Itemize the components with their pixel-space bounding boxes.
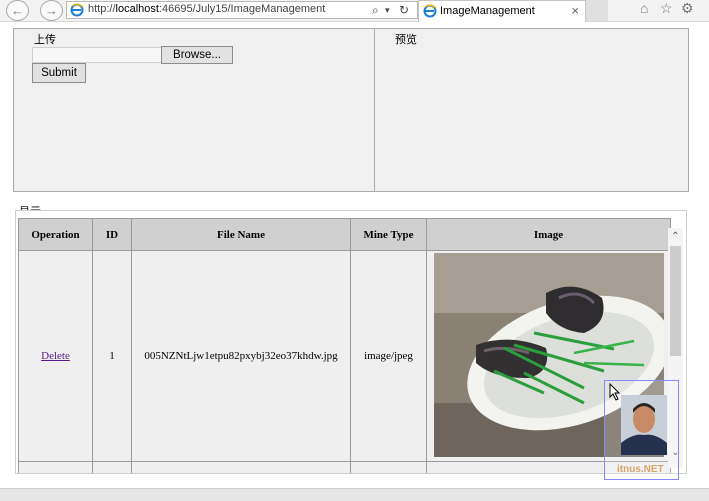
id-cell: 1 (92, 250, 132, 462)
mouse-cursor-icon (609, 383, 621, 401)
table-row: Delete 1 005NZNtLjw1etpu82pxybj32eo37khd… (18, 250, 671, 462)
column-header-image: Image (426, 218, 671, 251)
image-grid: Operation ID File Name Mine Type Image D… (18, 218, 671, 473)
tab-title: ImageManagement (440, 5, 535, 17)
browser-toolbar: ← → http://localhost:46695/July15/ImageM… (0, 0, 709, 22)
search-icon[interactable]: ⌕ (372, 2, 379, 18)
column-header-operation: Operation (18, 218, 93, 251)
ie-icon (423, 4, 437, 18)
mime-type-cell: image/jpeg (350, 250, 427, 462)
url-text[interactable]: http://localhost:46695/July15/ImageManag… (88, 3, 325, 15)
tab-imagemanagement[interactable]: ImageManagement × (418, 0, 586, 22)
gear-icon[interactable]: ⚙ (681, 0, 694, 17)
upload-title: 上传 (34, 34, 56, 46)
new-tab-button[interactable] (586, 0, 608, 21)
scroll-thumb[interactable] (670, 246, 681, 356)
page-content: 上传 Browse... Submit 预览 显示 Operation ID F… (0, 22, 709, 501)
file-name-cell: 005NZNtLjw1etpu82pxybj32eo37khdw.jpg (131, 250, 351, 462)
preview-panel: 预览 (374, 28, 689, 192)
column-header-id: ID (92, 218, 132, 251)
horizontal-scrollbar[interactable] (0, 488, 709, 501)
chevron-down-icon[interactable]: ▾ (385, 2, 390, 18)
operation-cell: Delete (18, 250, 93, 462)
person-avatar (621, 395, 667, 455)
scroll-up-icon[interactable]: ⌃ (668, 230, 683, 244)
file-input[interactable] (32, 47, 162, 63)
delete-link[interactable]: Delete (41, 350, 70, 362)
upload-panel: 上传 Browse... Submit (13, 28, 375, 192)
column-header-file-name: File Name (131, 218, 351, 251)
refresh-icon[interactable]: ↻ (399, 2, 409, 18)
address-bar[interactable]: http://localhost:46695/July15/ImageManag… (66, 1, 418, 19)
preview-title: 预览 (395, 34, 417, 46)
ie-icon (70, 3, 84, 17)
close-icon[interactable]: × (571, 3, 579, 18)
image-grid-frame: Operation ID File Name Mine Type Image D… (15, 210, 687, 474)
watermark-text: itnus.NET (617, 464, 664, 475)
submit-button[interactable]: Submit (32, 63, 86, 83)
table-row (18, 461, 671, 473)
back-icon[interactable]: ← (6, 0, 29, 21)
home-icon[interactable]: ⌂ (640, 0, 648, 16)
star-icon[interactable]: ☆ (660, 0, 673, 17)
column-header-mime-type: Mine Type (350, 218, 427, 251)
browse-button[interactable]: Browse... (161, 46, 233, 64)
forward-icon[interactable]: → (40, 0, 63, 21)
